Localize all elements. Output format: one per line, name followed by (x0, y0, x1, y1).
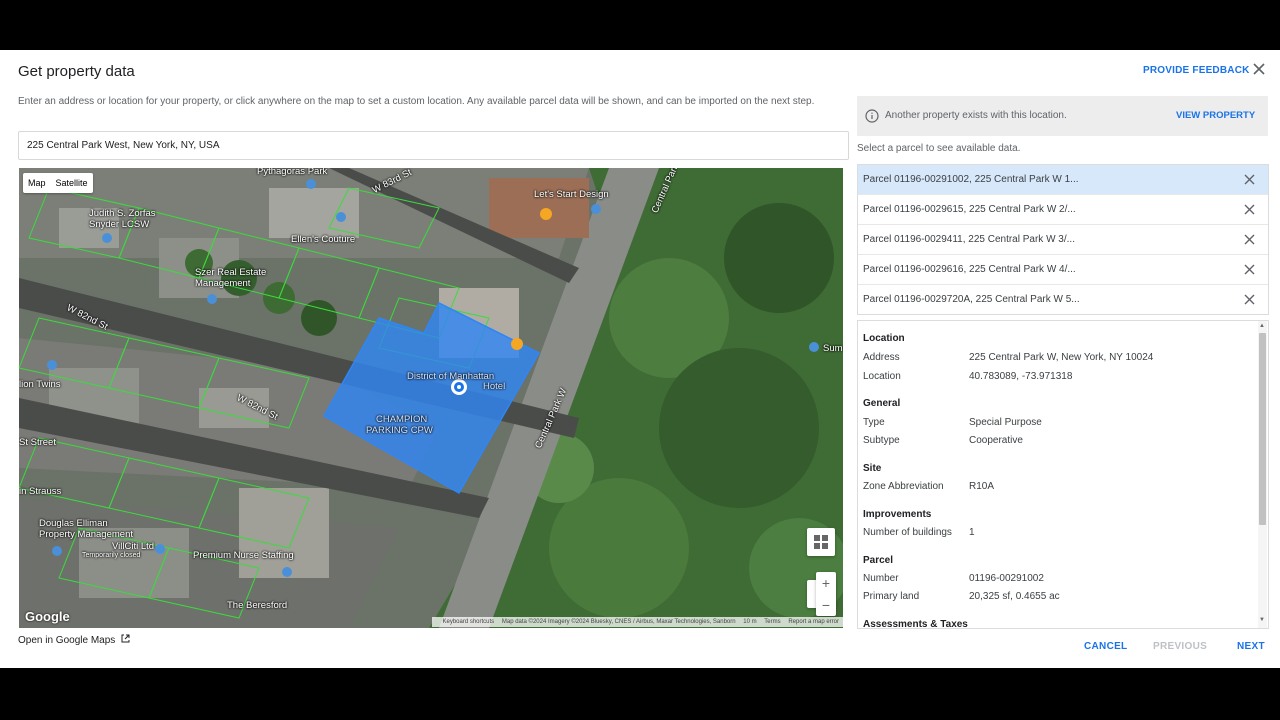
parcel-label: Parcel 01196-0029615, 225 Central Park W… (863, 204, 1076, 215)
buildings-label: Number of buildings (863, 527, 952, 538)
address-search-input[interactable] (18, 131, 849, 160)
previous-button[interactable]: PREVIOUS (1153, 641, 1207, 652)
zoom-in-button[interactable]: + (816, 572, 836, 594)
map-label: Hotel (483, 381, 506, 392)
map-label: Sum (823, 343, 843, 354)
location-label: Location (863, 371, 901, 382)
section-parcel-title: Parcel (863, 555, 894, 566)
existing-property-notice: Another property exists with this locati… (857, 96, 1268, 136)
map-label: lion Twins (19, 379, 61, 390)
map-label: PARKING CPW (366, 425, 433, 436)
remove-parcel-icon[interactable] (1244, 234, 1255, 245)
remove-parcel-icon[interactable] (1244, 264, 1255, 275)
info-icon (865, 109, 879, 123)
map-label: District of Manhattan (407, 371, 495, 382)
map-label: CHAMPION (376, 414, 428, 425)
location-value: 40.783089, -73.971318 (969, 371, 1073, 382)
map-data-credit: Map data ©2024 Imagery ©2024 Bluesky, CN… (501, 619, 736, 625)
parcel-label: Parcel 01196-0029616, 225 Central Park W… (863, 264, 1076, 275)
parcel-list-item[interactable]: Parcel 01196-00291002, 225 Central Park … (858, 165, 1268, 194)
map-label: St Street (19, 437, 56, 448)
buildings-value: 1 (969, 527, 975, 538)
parcel-label: Parcel 01196-0029720A, 225 Central Park … (863, 294, 1080, 305)
address-label: Address (863, 352, 900, 363)
scroll-up-icon[interactable]: ▲ (1259, 323, 1265, 329)
section-location-title: Location (863, 333, 905, 344)
grid-icon (814, 535, 828, 549)
external-link-icon (121, 634, 130, 643)
scale-label: 10 m (743, 619, 757, 625)
number-value: 01196-00291002 (969, 573, 1044, 584)
map-label: Ellen's Couture (291, 234, 356, 245)
scrollbar-thumb[interactable] (1259, 333, 1266, 525)
parcel-list-item[interactable]: Parcel 01196-0029616, 225 Central Park W… (858, 254, 1268, 284)
map-label: Snyder LCSW (89, 219, 150, 230)
number-label: Number (863, 573, 899, 584)
open-in-google-maps-label: Open in Google Maps (18, 635, 116, 646)
view-property-button[interactable]: VIEW PROPERTY (1176, 110, 1255, 121)
remove-parcel-icon[interactable] (1244, 174, 1255, 185)
map-label: Douglas Elliman (39, 518, 108, 529)
zoom-control: + − (816, 572, 836, 616)
remove-parcel-icon[interactable] (1244, 294, 1255, 305)
google-logo: Google (25, 609, 70, 624)
type-label: Type (863, 417, 885, 428)
get-property-data-dialog: Get property data PROVIDE FEEDBACK Enter… (0, 50, 1280, 668)
map-label: Property Management (39, 529, 133, 540)
map-label: VillCiti Ltd (112, 541, 155, 552)
map-label: Management (195, 278, 251, 289)
scroll-down-icon[interactable]: ▼ (1259, 617, 1265, 623)
report-error-link[interactable]: Report a map error (788, 619, 839, 625)
map-type-toggle: Map Satellite (23, 173, 93, 193)
map-type-satellite[interactable]: Satellite (51, 173, 93, 193)
next-button[interactable]: NEXT (1237, 641, 1265, 652)
zone-label: Zone Abbreviation (863, 481, 944, 492)
layers-button[interactable] (807, 528, 835, 556)
primary-land-label: Primary land (863, 591, 920, 602)
section-site-title: Site (863, 463, 882, 474)
map-label: Szer Real Estate (195, 267, 267, 278)
zone-value: R10A (969, 481, 995, 492)
address-value: 225 Central Park W, New York, NY 10024 (969, 352, 1154, 363)
parcel-list-item[interactable]: Parcel 01196-0029615, 225 Central Park W… (858, 194, 1268, 224)
dialog-title: Get property data (18, 63, 135, 80)
map-label: Judith S. Zorfas (89, 208, 156, 219)
parcel-list: Parcel 01196-00291002, 225 Central Park … (857, 164, 1269, 315)
cancel-button[interactable]: CANCEL (1084, 641, 1127, 652)
remove-parcel-icon[interactable] (1244, 204, 1255, 215)
notice-message: Another property exists with this locati… (885, 110, 1067, 121)
map-label: Premium Nurse Staffing (193, 550, 294, 561)
parcel-details-panel: Location Address 225 Central Park W, New… (857, 320, 1269, 629)
provide-feedback-link[interactable]: PROVIDE FEEDBACK (1143, 65, 1250, 76)
map-attribution: Keyboard shortcuts Map data ©2024 Imager… (432, 617, 843, 627)
map-view[interactable]: Map Satellite Pythagoras Park W 83rd St … (19, 168, 843, 628)
parcel-label: Parcel 01196-0029411, 225 Central Park W… (863, 234, 1075, 245)
map-label: in Strauss (19, 486, 62, 497)
open-in-google-maps-link[interactable]: Open in Google Maps (18, 634, 130, 646)
subtype-value: Cooperative (969, 435, 1023, 446)
map-label: Temporarily closed (82, 552, 141, 559)
parcel-list-item[interactable]: Parcel 01196-0029411, 225 Central Park W… (858, 224, 1268, 254)
details-scrollbar[interactable]: ▲ ▼ (1258, 321, 1267, 628)
satellite-imagery (19, 168, 843, 628)
intro-text: Enter an address or location for your pr… (18, 96, 815, 107)
map-label: The Beresford (227, 600, 288, 611)
parcel-list-item[interactable]: Parcel 01196-0029720A, 225 Central Park … (858, 284, 1268, 314)
close-icon[interactable] (1251, 61, 1267, 77)
type-value: Special Purpose (969, 417, 1042, 428)
section-general-title: General (863, 398, 901, 409)
primary-land-value: 20,325 sf, 0.4655 ac (969, 591, 1060, 602)
keyboard-shortcuts-link[interactable]: Keyboard shortcuts (442, 619, 494, 625)
parcel-label: Parcel 01196-00291002, 225 Central Park … (863, 174, 1079, 185)
subtype-label: Subtype (863, 435, 900, 446)
terms-link[interactable]: Terms (764, 619, 780, 625)
section-assessments-title: Assessments & Taxes (863, 619, 968, 629)
section-improvements-title: Improvements (863, 509, 932, 520)
zoom-out-button[interactable]: − (816, 594, 836, 616)
map-label: Let's Start Design (534, 189, 609, 200)
map-label: Pythagoras Park (257, 168, 328, 177)
map-type-map[interactable]: Map (23, 173, 51, 193)
parcel-select-hint: Select a parcel to see available data. (857, 143, 1021, 154)
